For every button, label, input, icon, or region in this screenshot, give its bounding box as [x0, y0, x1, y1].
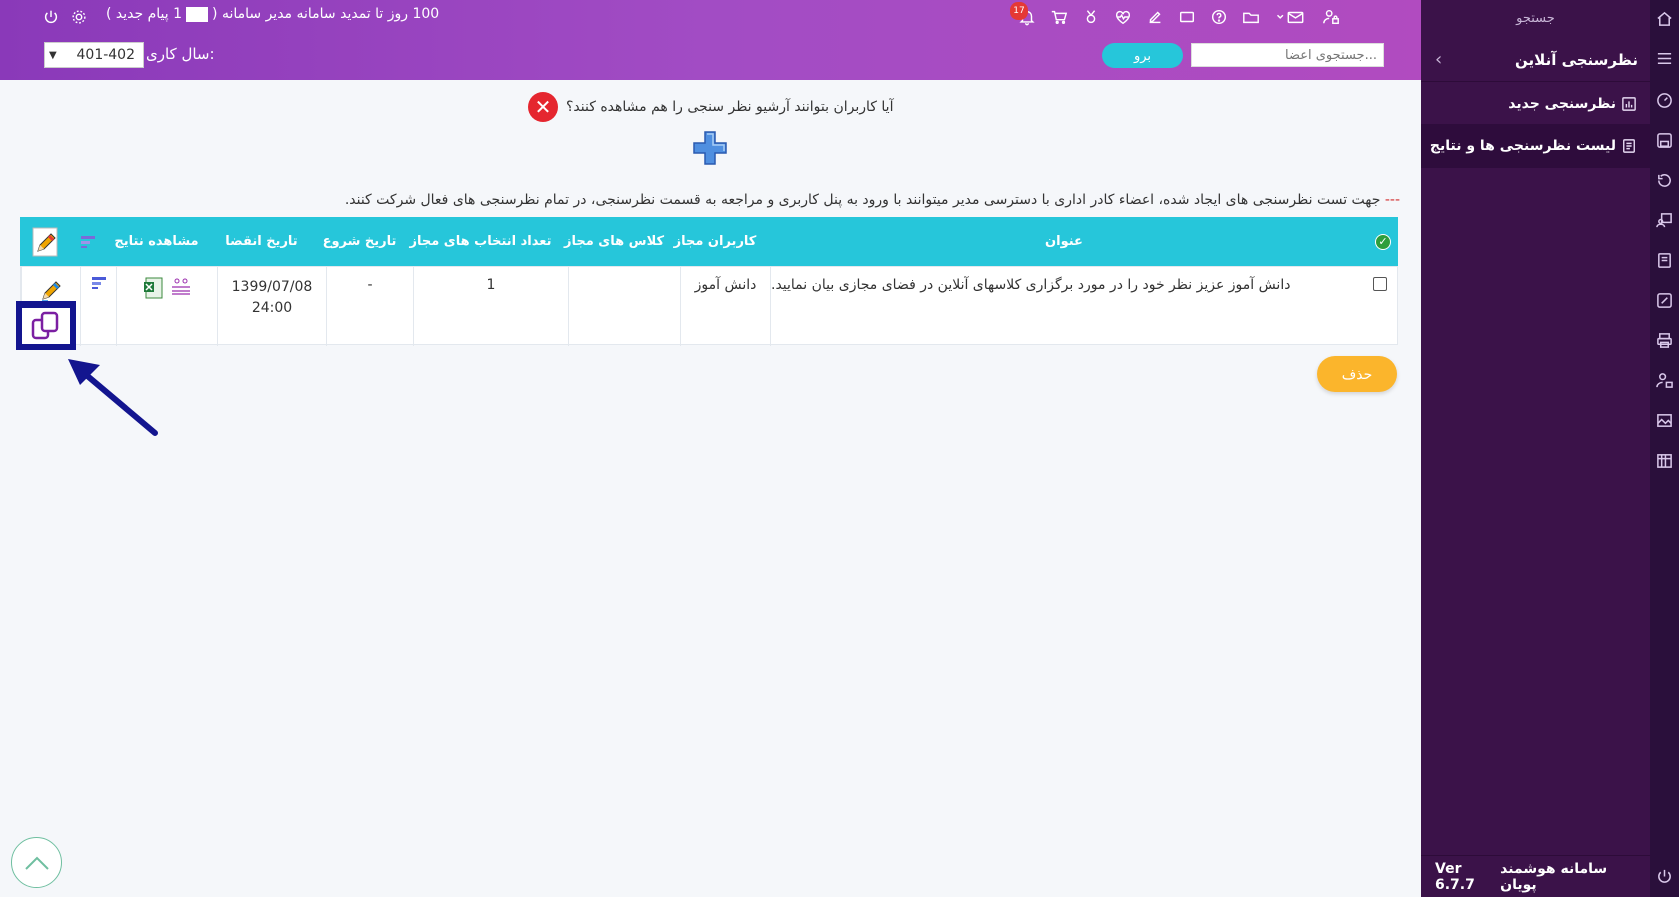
col-allowed-users: کاربران مجاز	[673, 234, 757, 249]
help-icon[interactable]	[1210, 8, 1228, 26]
year-value: 401-402	[76, 47, 136, 63]
renewal-message: 100 روز تا تمدید سامانه مدیر سامانه ( 1 …	[106, 6, 439, 22]
edit-pencil-icon[interactable]	[38, 277, 64, 303]
version-text: Ver 6.7.7	[1435, 860, 1475, 893]
settings-icon[interactable]	[70, 8, 88, 26]
col-title: عنوان	[1045, 234, 1083, 249]
user-lock-icon[interactable]	[1656, 372, 1673, 389]
brand-name: سامانه هوشمند پویان	[1500, 860, 1608, 893]
sidebar-item-survey-list[interactable]: لیست نظرسنجی ها و نتایج	[1421, 124, 1650, 168]
notification-badge: 17	[1010, 2, 1028, 20]
survey-table: ✓ عنوان کاربران مجاز کلاس های مجاز تعداد…	[20, 217, 1398, 346]
results-icon[interactable]	[171, 277, 191, 295]
col-view-results: مشاهده نتایج	[114, 234, 199, 249]
dashboard-icon[interactable]	[1656, 92, 1673, 109]
top-left-icons	[42, 8, 88, 26]
cart-icon[interactable]	[1050, 8, 1068, 26]
edit-icon[interactable]	[1146, 8, 1164, 26]
icon-rail	[1650, 0, 1679, 897]
test-note: --- جهت تست نظرسنجی های ایجاد شده، اعضاء…	[345, 192, 1400, 208]
col-allowed-choices: تعداد انتخاب های مجاز	[409, 234, 552, 249]
note-edit-icon[interactable]	[1656, 292, 1673, 309]
excel-icon[interactable]	[143, 277, 165, 299]
new-message-text[interactable]: 1 پیام جدید )	[106, 6, 182, 22]
power-icon[interactable]	[42, 8, 60, 26]
col-allowed-classes: کلاس های مجاز	[563, 234, 664, 249]
sidebar-item-label: لیست نظرسنجی ها و نتایج	[1429, 138, 1616, 154]
archive-question: آیا کاربران بتوانند آرشیو نظر سنجی را هم…	[528, 92, 893, 122]
check-icon: ✓	[1375, 233, 1391, 250]
archive-question-text: آیا کاربران بتوانند آرشیو نظر سنجی را هم…	[566, 99, 894, 115]
chevron-down-icon: ▼	[49, 49, 57, 61]
stats-icon[interactable]	[91, 277, 106, 289]
col-end-date: تاریخ انقضا	[225, 234, 298, 249]
chart-icon	[1622, 97, 1636, 111]
medal-icon[interactable]	[1082, 8, 1100, 26]
sidebar: جستجو نظرسنجی آنلاین ‹ نظرسنجی جدید لیست…	[1421, 0, 1650, 897]
scroll-to-top-button[interactable]	[11, 837, 62, 888]
header-edit-icon	[20, 217, 70, 266]
book-icon[interactable]	[1656, 252, 1673, 269]
member-search-input[interactable]	[1191, 43, 1384, 67]
envelope-icon[interactable]	[186, 6, 209, 22]
history-icon[interactable]	[1656, 172, 1673, 189]
power-icon[interactable]	[1656, 868, 1673, 885]
cell-stats	[80, 267, 116, 346]
add-survey-icon[interactable]	[692, 130, 728, 166]
copy-survey-highlight	[16, 301, 76, 350]
cell-allowed-choices: 1	[413, 267, 568, 346]
annotation-arrow	[68, 359, 158, 436]
toolbar-icons: 17	[1010, 2, 1340, 26]
cell-allowed-users: دانش آموز	[680, 267, 770, 346]
print-icon[interactable]	[1656, 332, 1673, 349]
note-text: جهت تست نظرسنجی های ایجاد شده، اعضاء کاد…	[344, 192, 1385, 208]
save-icon[interactable]	[1656, 132, 1673, 149]
ticket-icon[interactable]	[1178, 8, 1196, 26]
chevron-left-icon[interactable]: ‹	[1435, 49, 1442, 70]
table-header: ✓ عنوان کاربران مجاز کلاس های مجاز تعداد…	[20, 217, 1398, 266]
menu-icon[interactable]	[1656, 50, 1673, 67]
cell-start-date: -	[326, 267, 413, 346]
cell-end-date: 1399/07/08 24:00	[217, 267, 326, 346]
sidebar-search[interactable]: جستجو	[1421, 0, 1650, 38]
cell-view-results	[116, 267, 217, 346]
sidebar-item-new-survey[interactable]: نظرسنجی جدید	[1421, 82, 1650, 126]
header-stats-icon	[70, 217, 106, 266]
sidebar-section-header[interactable]: نظرسنجی آنلاین ‹	[1421, 38, 1650, 82]
delete-button[interactable]: حذف	[1317, 356, 1397, 392]
sidebar-section-title: نظرسنجی آنلاین	[1515, 50, 1638, 69]
note-dash: ---	[1384, 192, 1400, 208]
toggle-archive-off-icon[interactable]: ✕	[528, 92, 558, 122]
col-start-date: تاریخ شروع	[322, 234, 397, 249]
year-label: سال کاری:	[146, 45, 215, 63]
teacher-icon[interactable]	[1656, 212, 1673, 229]
calendar-icon[interactable]	[1656, 452, 1673, 469]
top-header: 100 روز تا تمدید سامانه مدیر سامانه ( 1 …	[0, 0, 1421, 80]
copy-icon	[31, 311, 59, 339]
row-checkbox-cell	[1361, 267, 1399, 346]
heart-pulse-icon[interactable]	[1114, 8, 1132, 26]
sidebar-footer: سامانه هوشمند پویان Ver 6.7.7	[1421, 855, 1650, 897]
renewal-text: 100 روز تا تمدید سامانه مدیر سامانه (	[212, 6, 440, 22]
row-checkbox[interactable]	[1373, 277, 1387, 291]
year-select[interactable]: 401-402 ▼	[44, 42, 144, 68]
gallery-icon[interactable]	[1656, 412, 1673, 429]
copy-survey-button[interactable]	[22, 307, 70, 344]
end-time: 24:00	[251, 300, 293, 316]
list-icon	[1623, 139, 1635, 153]
home-icon[interactable]	[1656, 10, 1673, 27]
go-button[interactable]: برو	[1102, 43, 1183, 68]
sidebar-item-label: نظرسنجی جدید	[1508, 96, 1616, 112]
cell-title: دانش آموز عزیز نظر خود را در مورد برگزار…	[770, 267, 1361, 346]
user-lock-icon[interactable]	[1322, 8, 1340, 26]
table-row: دانش آموز عزیز نظر خود را در مورد برگزار…	[20, 266, 1399, 346]
folder-icon[interactable]	[1242, 8, 1260, 26]
end-date: 1399/07/08	[231, 279, 313, 295]
bell-icon[interactable]: 17	[1010, 2, 1036, 26]
select-all-checkbox[interactable]: ✓	[1368, 217, 1398, 266]
chevron-up-icon	[24, 856, 49, 870]
mail-dropdown-icon[interactable]	[1274, 8, 1308, 26]
cell-allowed-classes	[568, 267, 680, 346]
